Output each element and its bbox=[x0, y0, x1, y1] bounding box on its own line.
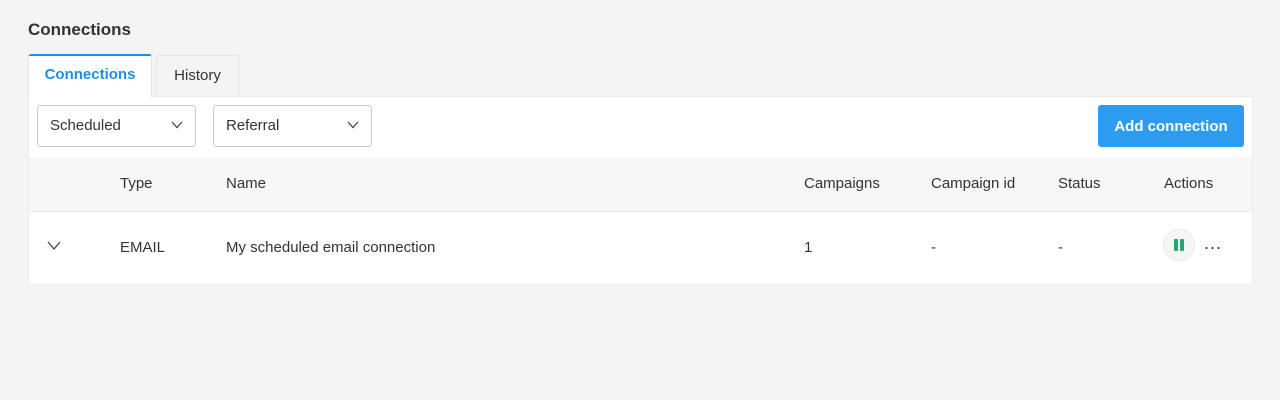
page-title: Connections bbox=[28, 20, 131, 39]
schedule-filter-value: Scheduled bbox=[50, 117, 121, 134]
row-campaigns: 1 bbox=[804, 239, 813, 256]
tab-connections[interactable]: Connections bbox=[28, 54, 152, 97]
more-actions-button[interactable]: ... bbox=[1201, 231, 1225, 255]
row-status: - bbox=[1058, 239, 1063, 256]
column-header-campaign-id: Campaign id bbox=[931, 175, 1016, 192]
tab-bar: Connections History bbox=[28, 54, 243, 97]
type-filter-value: Referral bbox=[226, 117, 280, 134]
add-connection-button[interactable]: Add connection bbox=[1098, 105, 1244, 147]
pause-icon[interactable] bbox=[1163, 229, 1195, 261]
row-campaign-id: - bbox=[931, 239, 936, 256]
column-header-actions: Actions bbox=[1164, 175, 1214, 192]
column-header-type: Type bbox=[120, 175, 153, 192]
filter-bar: Scheduled Referral bbox=[37, 105, 389, 147]
schedule-filter-select[interactable]: Scheduled bbox=[37, 105, 196, 147]
table-header: Type Name Campaigns Campaign id Status A… bbox=[29, 157, 1252, 212]
column-header-campaigns: Campaigns bbox=[804, 175, 880, 192]
column-header-name: Name bbox=[226, 175, 267, 192]
table-row: EMAIL My scheduled email connection 1 - … bbox=[29, 212, 1252, 283]
expand-row-chevron-icon[interactable] bbox=[47, 241, 61, 251]
type-filter-select[interactable]: Referral bbox=[213, 105, 372, 147]
connections-panel: Scheduled Referral Add connection Type N… bbox=[28, 96, 1253, 283]
row-name: My scheduled email connection bbox=[226, 239, 436, 256]
chevron-down-icon bbox=[171, 121, 183, 129]
column-header-status: Status bbox=[1058, 175, 1101, 192]
tab-history[interactable]: History bbox=[156, 55, 239, 97]
row-type: EMAIL bbox=[120, 239, 166, 256]
chevron-down-icon bbox=[347, 121, 359, 129]
